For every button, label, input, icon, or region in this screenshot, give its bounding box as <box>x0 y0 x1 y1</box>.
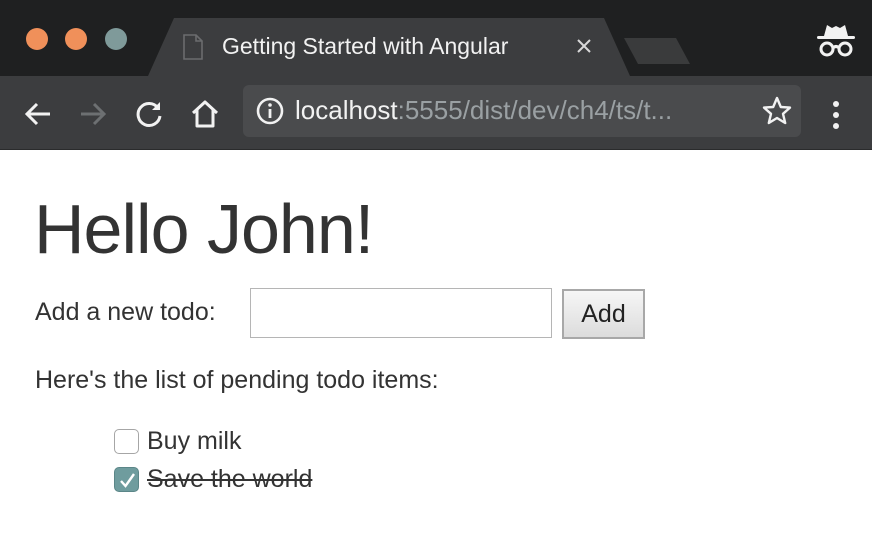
url-text[interactable]: localhost:5555/dist/dev/ch4/ts/t... <box>295 95 747 126</box>
todo-label: Buy milk <box>147 427 242 455</box>
address-bar[interactable]: localhost:5555/dist/dev/ch4/ts/t... <box>243 85 801 137</box>
incognito-icon <box>817 25 855 57</box>
page-icon <box>183 34 203 60</box>
window-minimize-button[interactable] <box>65 28 87 50</box>
window-close-button[interactable] <box>26 28 48 50</box>
todo-list-heading: Here's the list of pending todo items: <box>35 366 439 394</box>
menu-icon[interactable] <box>826 98 846 132</box>
window-titlebar: Getting Started with Angular <box>0 0 872 76</box>
url-host: localhost <box>295 95 398 125</box>
add-todo-button[interactable]: Add <box>562 289 645 339</box>
page-content: Hello John! Add a new todo: Add Here's t… <box>0 151 872 546</box>
reload-icon[interactable] <box>133 98 165 130</box>
star-icon[interactable] <box>761 95 793 127</box>
close-icon[interactable] <box>574 36 594 56</box>
home-icon[interactable] <box>189 98 221 130</box>
window-maximize-button[interactable] <box>105 28 127 50</box>
tab-title: Getting Started with Angular <box>222 33 509 59</box>
todo-checkbox[interactable] <box>114 429 139 454</box>
browser-toolbar: localhost:5555/dist/dev/ch4/ts/t... <box>0 76 872 150</box>
info-icon[interactable] <box>255 96 285 126</box>
url-path: :5555/dist/dev/ch4/ts/t... <box>397 95 673 125</box>
new-tab-button[interactable] <box>624 38 690 64</box>
checkmark-icon <box>120 473 135 488</box>
page-title: Hello John! <box>34 190 374 268</box>
todo-checkbox-checked[interactable] <box>114 467 139 492</box>
todo-label-completed: Save the world <box>147 465 313 493</box>
new-todo-input[interactable] <box>250 288 552 338</box>
browser-tab-active[interactable]: Getting Started with Angular <box>148 18 630 76</box>
back-arrow-icon[interactable] <box>22 98 54 130</box>
forward-arrow-icon[interactable] <box>77 98 109 130</box>
add-todo-label: Add a new todo: <box>35 298 216 326</box>
